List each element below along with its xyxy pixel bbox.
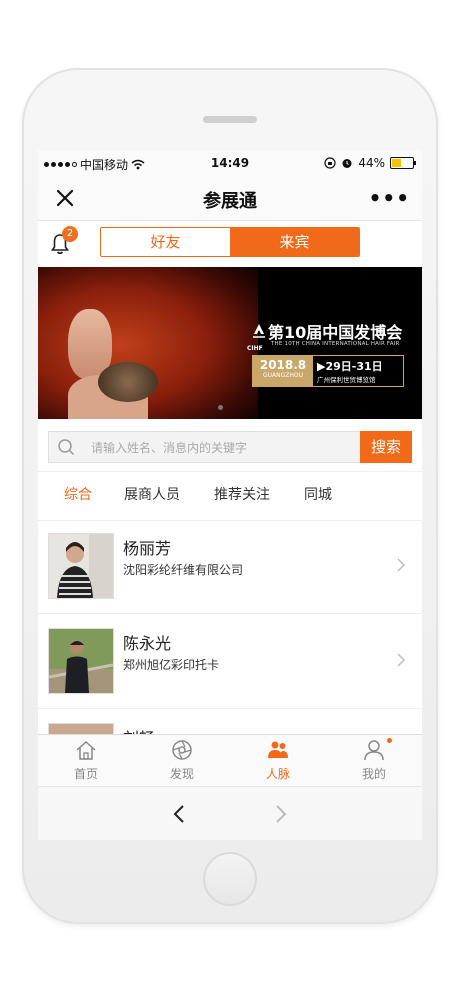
search-input[interactable] xyxy=(89,432,361,464)
avatar xyxy=(48,628,114,694)
discover-icon xyxy=(172,740,192,760)
fair-title: 第10届中国发博会 xyxy=(268,323,403,342)
filter-all[interactable]: 综合 xyxy=(64,472,92,520)
chevron-right-icon xyxy=(397,653,405,667)
rotation-lock-icon xyxy=(324,157,336,169)
fair-date-range: ▶29日-31日 xyxy=(317,360,383,373)
tab-label: 人脉 xyxy=(265,767,290,781)
tab-discover[interactable]: 发现 xyxy=(134,735,230,787)
chevron-right-icon xyxy=(397,558,405,572)
tab-bar: 首页 发现 人脉 我的 xyxy=(38,734,422,787)
segment-friends[interactable]: 好友 xyxy=(101,228,230,256)
fair-logo-text: CIHF xyxy=(247,345,263,352)
banner-fur-graphic xyxy=(98,362,158,402)
contacts-icon xyxy=(268,741,288,758)
filter-exhibitors[interactable]: 展商人员 xyxy=(124,472,180,520)
segmented-control: 好友 来宾 xyxy=(100,227,360,257)
event-banner[interactable]: CIHF 第10届中国发博会 THE 10TH CHINA INTERNATIO… xyxy=(38,267,422,419)
person-name: 陈永光 xyxy=(123,634,172,653)
person-name: 杨丽芳 xyxy=(123,539,172,558)
list-item[interactable]: 陈永光 郑州旭亿彩印托卡 xyxy=(38,614,422,709)
search-row: 搜索 xyxy=(38,419,422,471)
profile-icon xyxy=(364,740,384,761)
filter-recommended[interactable]: 推荐关注 xyxy=(214,472,270,520)
filter-same-city[interactable]: 同城 xyxy=(304,472,332,520)
fair-subtitle: THE 10TH CHINA INTERNATIONAL HAIR FAIR xyxy=(271,341,400,347)
tab-label: 首页 xyxy=(73,767,98,781)
person-company: 沈阳彩纶纤维有限公司 xyxy=(123,563,244,577)
segment-row: 2 好友 来宾 xyxy=(38,221,422,267)
segment-guests[interactable]: 来宾 xyxy=(230,228,359,256)
back-arrow-icon[interactable] xyxy=(172,803,186,825)
filter-tabs: 综合 展商人员 推荐关注 同城 xyxy=(38,471,422,521)
fair-venue: 广州保利世贸博览馆 xyxy=(317,376,376,384)
browser-nav-bar xyxy=(38,786,422,840)
screen: 中国移动 14:49 44% 参展通 ••• 2 好友 来宾 CIHF 第10届… xyxy=(38,150,422,840)
more-options-icon[interactable]: ••• xyxy=(369,186,410,210)
alarm-icon xyxy=(342,159,352,168)
forward-arrow-icon[interactable] xyxy=(274,803,288,825)
people-list: 杨丽芳 沈阳彩纶纤维有限公司 陈永光 郑州旭亿彩印托卡 xyxy=(38,519,422,755)
fair-city: GUANGZHOU xyxy=(262,372,304,379)
tab-contacts[interactable]: 人脉 xyxy=(230,735,326,787)
search-box xyxy=(48,431,361,464)
battery-percent: 44% xyxy=(358,156,385,170)
new-indicator-dot xyxy=(387,738,392,743)
battery-icon xyxy=(390,157,416,169)
search-button[interactable]: 搜索 xyxy=(360,431,412,463)
nav-bar: 参展通 ••• xyxy=(38,176,422,221)
tab-profile[interactable]: 我的 xyxy=(326,735,422,787)
avatar xyxy=(48,533,114,599)
home-icon xyxy=(76,740,96,760)
person-company: 郑州旭亿彩印托卡 xyxy=(123,658,220,672)
phone-home-button[interactable] xyxy=(203,852,257,906)
fair-logo-icon xyxy=(253,324,265,338)
status-bar: 中国移动 14:49 44% xyxy=(38,150,422,176)
banner-page-indicator xyxy=(218,405,223,410)
phone-speaker xyxy=(203,116,257,123)
tab-label: 发现 xyxy=(169,767,194,781)
fair-year: 2018.8 xyxy=(259,358,307,372)
page-title: 参展通 xyxy=(203,191,257,212)
search-icon xyxy=(58,439,75,456)
tab-label: 我的 xyxy=(361,767,386,781)
tab-home[interactable]: 首页 xyxy=(38,735,134,787)
notification-badge: 2 xyxy=(62,226,78,242)
list-item[interactable]: 杨丽芳 沈阳彩纶纤维有限公司 xyxy=(38,519,422,614)
fair-date-box: 2018.8 GUANGZHOU ▶29日-31日 广州保利世贸博览馆 xyxy=(252,355,404,387)
